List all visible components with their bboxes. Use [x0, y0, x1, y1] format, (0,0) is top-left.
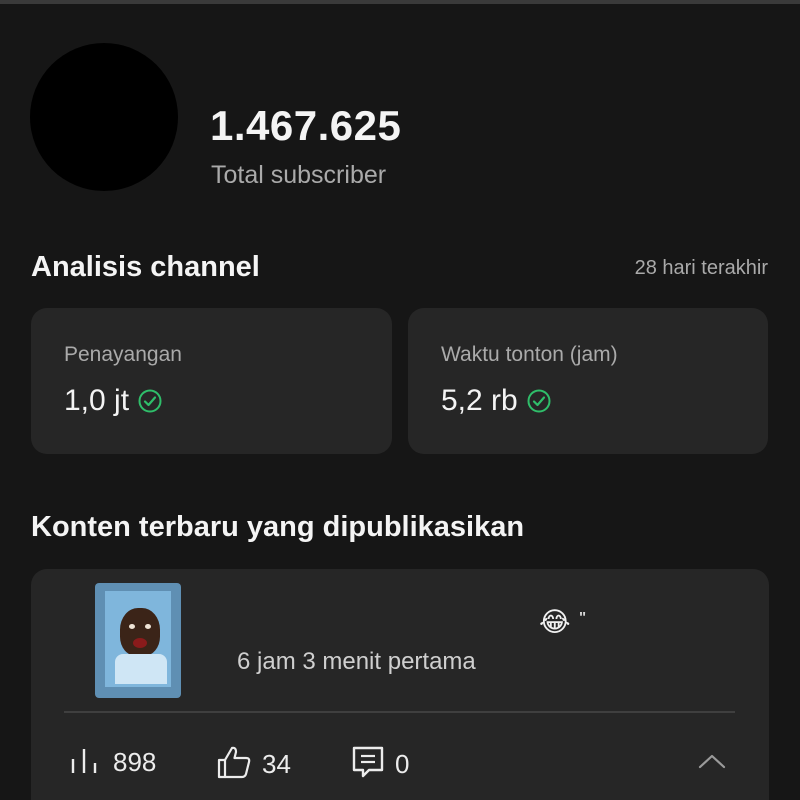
subscriber-count: 1.467.625 [210, 102, 402, 149]
comment-icon [351, 745, 385, 784]
content-divider [64, 711, 735, 713]
thumbnail-eye [129, 624, 135, 629]
watch-time-metric-card[interactable]: Waktu tonton (jam) 5,2 rb [408, 308, 768, 454]
bar-chart-icon [69, 745, 103, 780]
top-divider [0, 0, 800, 4]
title-quote-mark: " [579, 609, 587, 626]
channel-dashboard-screen: 1.467.625 Total subscriber Analisis chan… [0, 0, 800, 800]
views-metric-card[interactable]: Penayangan 1,0 jt [31, 308, 392, 454]
comments-count: 0 [395, 749, 410, 779]
views-metric-row: 1,0 jt [64, 384, 163, 418]
thumbnail-shirt [115, 654, 167, 684]
performance-duration-label: 6 jam 3 menit pertama [237, 648, 476, 675]
video-thumbnail[interactable] [95, 583, 181, 698]
watch-time-metric-value: 5,2 rb [441, 384, 518, 417]
subscriber-label: Total subscriber [211, 161, 387, 189]
watch-time-metric-row: 5,2 rb [441, 384, 552, 418]
latest-content-section-title: Konten terbaru yang dipublikasikan [31, 511, 525, 543]
analytics-period: 28 hari terakhir [634, 257, 768, 279]
chevron-up-icon[interactable] [697, 752, 727, 770]
thumbnail-eye [145, 624, 151, 629]
views-count: 898 [113, 747, 157, 777]
thumbnail-mouth [133, 638, 147, 648]
channel-avatar[interactable] [30, 43, 178, 191]
thumbs-up-icon [216, 745, 252, 784]
thumbnail-image [105, 591, 171, 687]
check-circle-icon [137, 388, 163, 414]
analytics-section-title: Analisis channel [31, 251, 260, 283]
likes-count: 34 [262, 749, 291, 779]
watch-time-metric-label: Waktu tonton (jam) [441, 343, 618, 366]
latest-content-card[interactable]: 😂 " 6 jam 3 menit pertama 898 34 0 [31, 569, 769, 800]
likes-stat: 34 [216, 745, 291, 784]
views-metric-value: 1,0 jt [64, 384, 130, 417]
comments-stat: 0 [351, 745, 409, 784]
views-stat: 898 [69, 745, 156, 780]
thumbnail-face [120, 608, 160, 656]
laughing-emoji-icon: 😂 [539, 607, 571, 637]
views-metric-label: Penayangan [64, 343, 182, 366]
check-circle-icon [526, 388, 552, 414]
